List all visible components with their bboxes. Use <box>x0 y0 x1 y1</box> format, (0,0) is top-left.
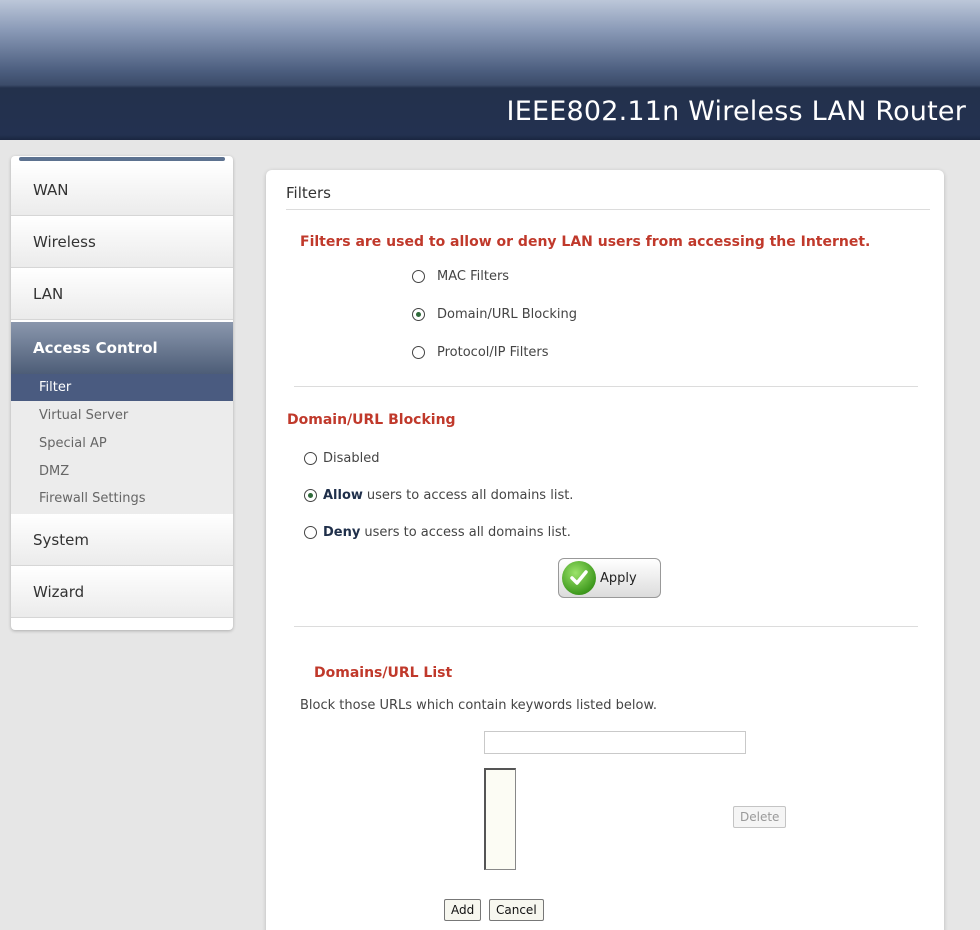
page-title: Filters <box>286 184 331 202</box>
header-banner: IEEE802.11n Wireless LAN Router <box>0 0 980 140</box>
radio-label: Disabled <box>323 451 380 466</box>
url-list-title: Domains/URL List <box>314 665 453 681</box>
radio-label: users to access all domains list. <box>366 488 574 503</box>
radio-disabled[interactable] <box>304 452 317 465</box>
delete-button[interactable]: Delete <box>733 806 787 828</box>
blocking-option-deny[interactable]: Deny users to access all domains list. <box>304 525 571 540</box>
access-control-submenu: Filter Virtual Server Special AP DMZ Fir… <box>11 374 233 514</box>
router-title: IEEE802.11n Wireless LAN Router <box>506 96 966 127</box>
radio-label: MAC Filters <box>437 269 510 284</box>
filter-type-mac[interactable]: MAC Filters <box>412 269 509 284</box>
nav-item-lan[interactable]: LAN <box>11 268 233 320</box>
radio-deny[interactable] <box>304 526 317 539</box>
submenu-item-filter[interactable]: Filter <box>11 374 233 401</box>
apply-label: Apply <box>600 570 637 586</box>
sidebar-top-bar <box>19 157 225 161</box>
radio-protocol-ip-filters[interactable] <box>412 346 425 359</box>
submenu-item-dmz[interactable]: DMZ <box>11 458 233 485</box>
radio-label: Protocol/IP Filters <box>437 345 549 360</box>
radio-label: users to access all domains list. <box>364 525 571 540</box>
radio-mac-filters[interactable] <box>412 270 425 283</box>
checkmark-icon <box>562 561 596 595</box>
radio-label: Domain/URL Blocking <box>437 307 578 322</box>
keyword-input[interactable] <box>484 731 746 754</box>
filter-type-protocol-ip[interactable]: Protocol/IP Filters <box>412 345 549 360</box>
domain-list-box[interactable] <box>484 768 516 870</box>
allow-keyword: Allow <box>323 488 363 503</box>
deny-keyword: Deny <box>323 525 361 540</box>
filters-intro: Filters are used to allow or deny LAN us… <box>300 234 871 250</box>
cancel-button[interactable]: Cancel <box>489 899 544 921</box>
url-list-description: Block those URLs which contain keywords … <box>300 698 658 713</box>
blocking-section-title: Domain/URL Blocking <box>287 412 456 428</box>
nav-item-access-control[interactable]: Access Control <box>11 322 233 374</box>
nav-item-wizard[interactable]: Wizard <box>11 566 233 618</box>
title-divider <box>286 209 930 210</box>
add-button[interactable]: Add <box>444 899 482 921</box>
section-divider <box>294 386 918 387</box>
submenu-item-special-ap[interactable]: Special AP <box>11 430 233 457</box>
blocking-option-allow[interactable]: Allow users to access all domains list. <box>304 488 573 503</box>
submenu-item-virtual-server[interactable]: Virtual Server <box>11 402 233 429</box>
radio-allow[interactable] <box>304 489 317 502</box>
nav-item-wan[interactable]: WAN <box>11 164 233 216</box>
submenu-item-firewall-settings[interactable]: Firewall Settings <box>11 485 233 512</box>
section-divider <box>294 626 918 627</box>
apply-button[interactable]: Apply <box>558 558 661 598</box>
blocking-option-disabled[interactable]: Disabled <box>304 451 379 466</box>
filter-type-domain-url[interactable]: Domain/URL Blocking <box>412 307 577 322</box>
nav-item-wireless[interactable]: Wireless <box>11 216 233 268</box>
filters-panel: Filters Filters are used to allow or den… <box>266 170 944 930</box>
radio-domain-url-blocking[interactable] <box>412 308 425 321</box>
sidebar: WAN Wireless LAN Access Control Filter V… <box>11 156 233 630</box>
nav-item-system[interactable]: System <box>11 514 233 566</box>
